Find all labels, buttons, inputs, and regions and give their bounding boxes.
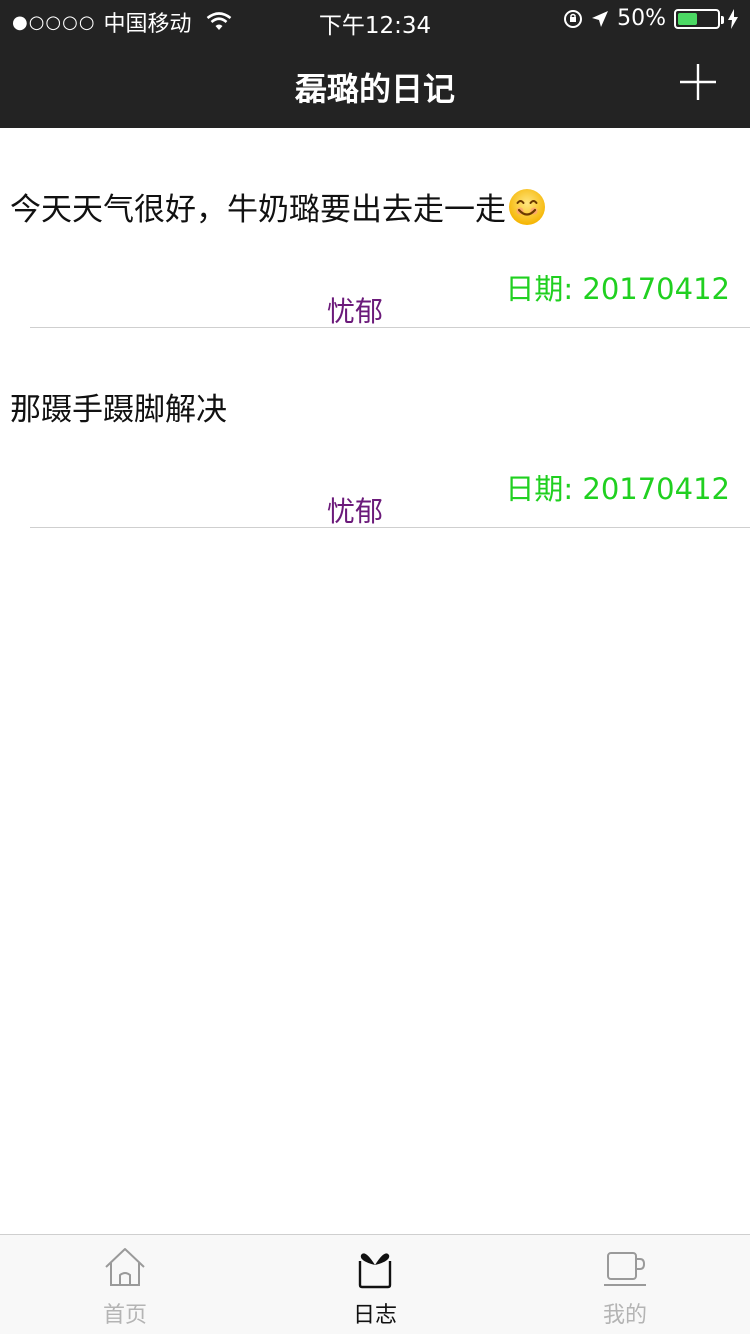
tab-bar: 首页 日志 我的 — [0, 1234, 750, 1334]
status-right: 50% — [563, 6, 738, 31]
tab-journal[interactable]: 日志 — [250, 1235, 500, 1334]
journal-icon — [358, 1253, 392, 1289]
home-icon — [105, 1248, 145, 1286]
entry-content: 今天天气很好，牛奶璐要出去走一走 — [10, 184, 546, 229]
battery-level — [678, 12, 698, 25]
charging-bolt-icon — [728, 8, 738, 29]
tab-journal-label: 日志 — [352, 1303, 397, 1328]
battery-percent: 50% — [617, 6, 666, 31]
tab-me-label: 我的 — [602, 1303, 647, 1328]
divider — [30, 527, 750, 528]
entry-mood: 忧郁 — [326, 495, 383, 528]
tab-me[interactable]: 我的 — [500, 1235, 750, 1334]
battery-icon — [674, 8, 724, 29]
page-title: 磊璐的日记 — [294, 70, 455, 108]
tab-home[interactable]: 首页 — [0, 1235, 250, 1334]
entry-mood: 忧郁 — [326, 295, 383, 328]
smiling-face-emoji-icon — [509, 189, 545, 225]
entry-content: 那蹑手蹑脚解决 — [10, 392, 227, 428]
mug-icon — [604, 1252, 646, 1286]
top-bar: ●○○○○ 中国移动 下午12:34 50% 磊璐的日记 — [0, 0, 750, 128]
diary-entry[interactable]: 今天天气很好，牛奶璐要出去走一走 日期: 20170412 忧郁 — [0, 128, 750, 328]
tab-home-label: 首页 — [102, 1303, 147, 1328]
status-bar: ●○○○○ 中国移动 下午12:34 50% — [0, 0, 750, 40]
rotation-lock-icon — [564, 9, 583, 28]
location-arrow-icon — [592, 10, 609, 27]
navigation-bar: 磊璐的日记 — [0, 40, 750, 128]
diary-entry[interactable]: 那蹑手蹑脚解决 日期: 20170412 忧郁 — [0, 328, 750, 528]
add-entry-button[interactable] — [678, 62, 718, 102]
